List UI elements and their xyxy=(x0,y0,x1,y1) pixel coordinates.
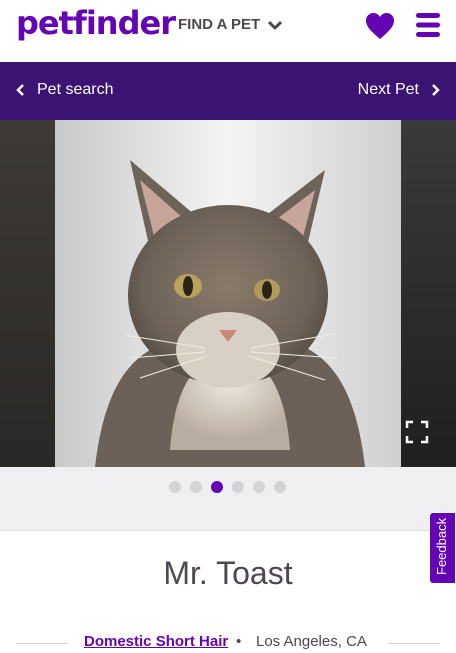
meta-separator: • xyxy=(236,633,242,650)
carousel-dot-4[interactable] xyxy=(232,481,244,493)
chevron-right-icon xyxy=(432,84,440,96)
feedback-tab[interactable]: Feedback xyxy=(429,512,456,584)
feedback-label: Feedback xyxy=(434,517,449,575)
carousel-dot-1[interactable] xyxy=(169,481,181,493)
carousel-dot-3-active[interactable] xyxy=(211,481,223,493)
pet-location: Los Angeles, CA xyxy=(256,633,367,650)
petfinder-logo[interactable]: petfinder xyxy=(16,4,176,42)
breed-link[interactable]: Domestic Short Hair xyxy=(84,633,228,650)
carousel-dot-2[interactable] xyxy=(190,481,202,493)
fullscreen-icon[interactable] xyxy=(405,420,429,444)
carousel-dots xyxy=(169,481,286,493)
chevron-down-icon xyxy=(268,20,283,29)
next-pet-link[interactable]: Next Pet xyxy=(358,81,440,99)
next-photo-preview[interactable] xyxy=(401,120,456,467)
pet-photo-gallery[interactable] xyxy=(0,120,456,467)
pet-name-heading: Mr. Toast xyxy=(163,555,293,591)
pet-navigation-bar: Pet search Next Pet xyxy=(0,62,456,120)
carousel-indicator-strip xyxy=(0,467,456,531)
previous-photo-preview[interactable] xyxy=(0,120,55,467)
hamburger-menu-icon[interactable] xyxy=(416,12,440,38)
pet-meta-row: Domestic Short Hair • Los Angeles, CA xyxy=(0,633,456,653)
carousel-dot-5[interactable] xyxy=(253,481,265,493)
divider-left xyxy=(16,643,68,644)
back-label: Pet search xyxy=(37,81,114,98)
carousel-dot-6[interactable] xyxy=(274,481,286,493)
chevron-left-icon xyxy=(16,84,24,96)
heart-icon[interactable] xyxy=(365,12,395,40)
top-header: petfinder FIND A PET xyxy=(0,0,456,62)
pet-info-section: Mr. Toast Domestic Short Hair • Los Ange… xyxy=(0,531,456,651)
find-a-pet-label: FIND A PET xyxy=(178,16,261,33)
find-a-pet-menu[interactable]: FIND A PET xyxy=(178,16,283,33)
divider-right xyxy=(388,643,440,644)
next-label: Next Pet xyxy=(357,81,419,98)
pet-photo[interactable] xyxy=(55,120,401,467)
pet-search-back-link[interactable]: Pet search xyxy=(16,81,113,99)
